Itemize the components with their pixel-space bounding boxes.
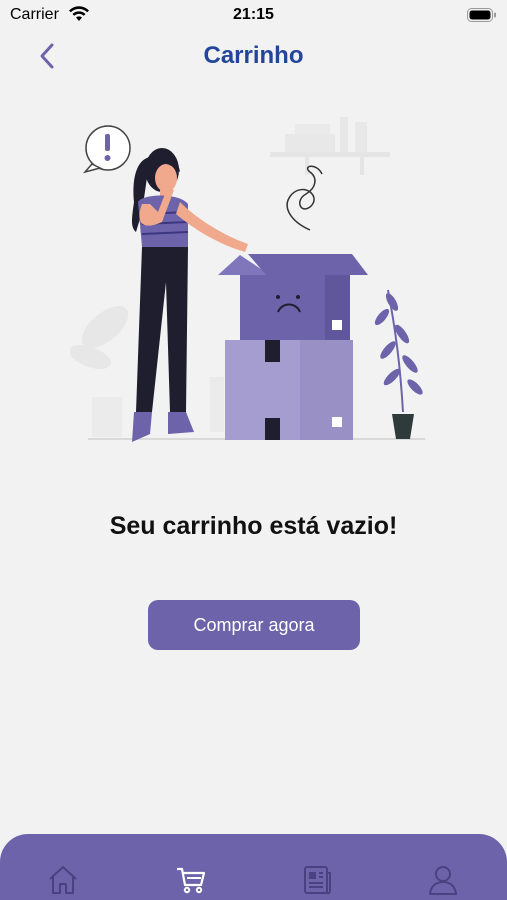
home-icon [49, 866, 77, 894]
box-stack [218, 254, 368, 440]
shelf-decoration [270, 117, 390, 175]
profile-icon [429, 866, 457, 895]
status-bar: Carrier 21:15 [0, 0, 507, 32]
tab-profile[interactable] [423, 860, 463, 900]
battery-icon [467, 8, 496, 22]
alert-bubble [82, 125, 131, 174]
tab-news[interactable] [297, 860, 337, 900]
buy-now-button[interactable]: Comprar agora [148, 600, 360, 650]
empty-cart-message: Seu carrinho está vazio! [109, 512, 398, 540]
news-icon [304, 866, 331, 895]
potted-plant [374, 289, 423, 439]
status-time: 21:15 [233, 6, 274, 23]
tab-cart[interactable] [171, 860, 211, 900]
empty-cart-illustration [70, 117, 425, 442]
bottom-tab-bar [0, 834, 507, 900]
tab-home[interactable] [43, 860, 83, 900]
page-title: Carrinho [203, 42, 304, 69]
swirl-decoration [286, 165, 323, 231]
header: Carrinho [0, 34, 507, 78]
cart-icon [177, 867, 206, 894]
